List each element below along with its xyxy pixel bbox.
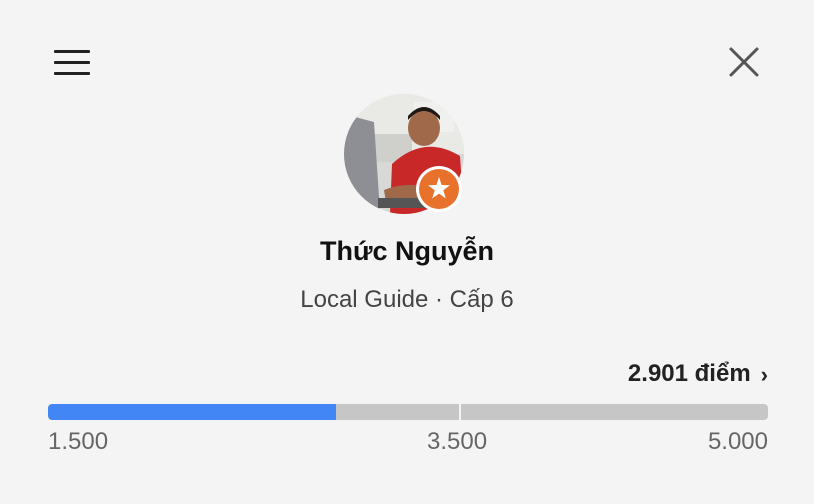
menu-button[interactable] [50,44,94,80]
level-progress-bar [48,404,768,420]
profile-avatar[interactable] [344,94,464,214]
profile-name: Thức Nguyễn [319,236,495,266]
progress-start-label: 1.500 [48,428,109,455]
local-guide-card: Thức Nguyễn Local Guide · Cấp 6 2.901 đi… [0,0,814,504]
hamburger-line [54,61,90,64]
close-button[interactable] [724,42,764,82]
progress-end-label: 5.000 [707,428,768,455]
chevron-right-icon: › [760,362,768,387]
close-icon [729,47,759,77]
points-link[interactable]: 2.901 điểm › [628,360,768,388]
profile-level: Local Guide · Cấp 6 [300,286,514,313]
level-progress-marker [459,404,461,420]
progress-mid-label: 3.500 [427,428,488,455]
hamburger-menu-icon [54,50,90,53]
points-label: 2.901 điểm [627,360,751,387]
level-progress-fill [48,404,336,420]
local-guide-badge [416,166,462,212]
hamburger-line [54,72,90,75]
local-guide-star-icon [419,169,459,209]
